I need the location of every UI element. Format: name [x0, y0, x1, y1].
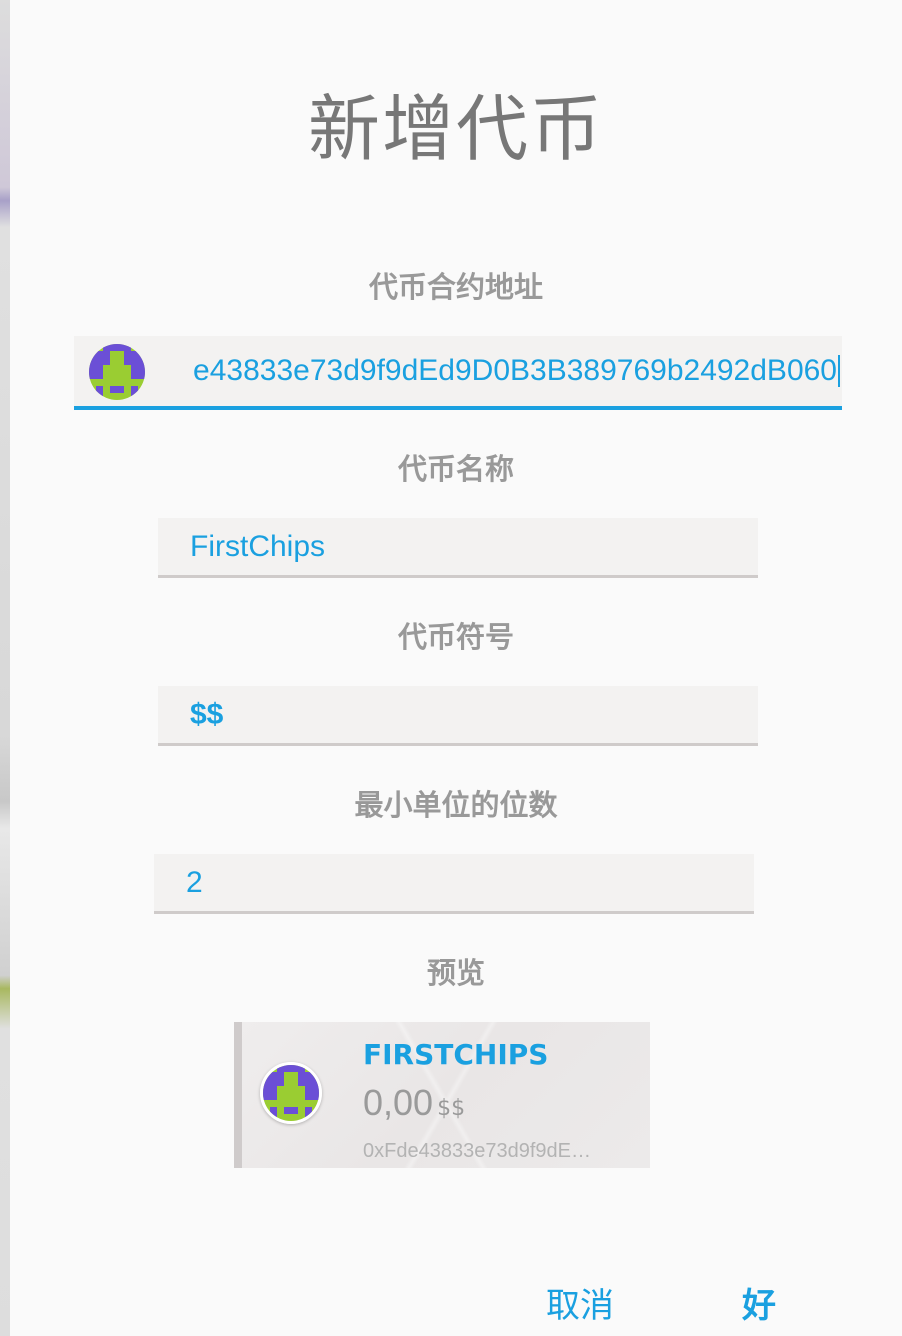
token-preview-card: FIRSTCHIPS 0,00 $$ 0xFde43833e73d9f9dE…	[234, 1022, 650, 1168]
dialog-title: 新增代币	[307, 87, 604, 171]
text-caret	[838, 355, 840, 387]
preview-token-name: FIRSTCHIPS	[363, 1038, 549, 1071]
address-label: 代币合约地址	[368, 270, 543, 304]
decimals-field[interactable]: 2	[154, 854, 754, 914]
background-window-edge	[0, 0, 10, 1336]
symbol-label: 代币符号	[397, 620, 514, 654]
preview-balance-symbol: $$	[437, 1096, 466, 1121]
address-field[interactable]: e43833e73d9f9dEd9D0B3B389769b2492dB060	[74, 336, 842, 410]
token-identicon-icon	[260, 1062, 322, 1124]
name-input[interactable]: FirstChips	[190, 518, 325, 575]
preview-address: 0xFde43833e73d9f9dE…	[363, 1140, 591, 1162]
decimals-input[interactable]: 2	[186, 854, 203, 911]
add-token-dialog: 新增代币 代币合约地址 e43833e73d9f9dEd9D0B3B389769…	[10, 0, 902, 1336]
token-identicon-icon	[89, 344, 145, 400]
decimals-label: 最小单位的位数	[354, 788, 558, 822]
address-input[interactable]: e43833e73d9f9dEd9D0B3B389769b2492dB060	[193, 354, 837, 388]
symbol-input[interactable]: $$	[190, 686, 223, 743]
preview-balance: 0,00 $$	[363, 1082, 465, 1124]
ok-button[interactable]: 好	[742, 1278, 776, 1327]
symbol-field[interactable]: $$	[158, 686, 758, 746]
cancel-button[interactable]: 取消	[546, 1278, 614, 1327]
preview-label: 预览	[426, 956, 485, 990]
name-field[interactable]: FirstChips	[158, 518, 758, 578]
name-label: 代币名称	[397, 452, 514, 486]
preview-balance-amount: 0,00	[363, 1082, 434, 1123]
